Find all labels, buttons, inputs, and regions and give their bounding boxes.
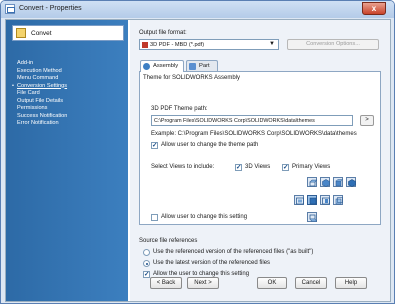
- browse-button[interactable]: >: [360, 115, 374, 126]
- view-top-icon[interactable]: [307, 177, 317, 187]
- theme-path-label: 3D PDF Theme path:: [151, 106, 208, 112]
- nav-item-error-notification[interactable]: Error Notification: [12, 120, 67, 128]
- allow-change-theme-label: Allow user to change the theme path: [161, 142, 259, 148]
- view-trimetric-icon[interactable]: [346, 177, 356, 187]
- 3d-views-checkbox[interactable]: [235, 163, 242, 171]
- left-panel-header: Convet: [12, 25, 124, 41]
- view-bottom-icon[interactable]: [307, 212, 317, 222]
- nav-item-permissions[interactable]: Permissions: [12, 105, 67, 113]
- task-icon: [16, 28, 26, 38]
- primary-views-checkbox[interactable]: [282, 163, 289, 171]
- part-icon: [189, 63, 196, 70]
- view-dimetric-icon[interactable]: [333, 177, 343, 187]
- nav-item-add-in[interactable]: Add-in: [12, 60, 67, 68]
- nav-item-success-notification[interactable]: Success Notification: [12, 113, 67, 121]
- allow-change-theme-checkbox[interactable]: [151, 141, 158, 149]
- nav-item-output-file-details[interactable]: Output File Details: [12, 98, 67, 106]
- view-right-icon[interactable]: [320, 195, 330, 205]
- as-built-radio[interactable]: [143, 249, 150, 256]
- source-refs-title: Source file references: [139, 238, 198, 244]
- left-panel: Convet Add-in Execution Method Menu Comm…: [6, 20, 128, 301]
- view-front-icon[interactable]: [307, 195, 317, 205]
- output-format-label: Output file format:: [139, 30, 187, 36]
- allow-change-views-label: Allow user to change this setting: [161, 214, 248, 220]
- task-name: Convet: [31, 30, 52, 37]
- primary-views-label: Primary Views: [292, 164, 331, 170]
- output-format-value: 3D PDF - MBD (*.pdf): [150, 42, 205, 48]
- nav-item-execution-method[interactable]: Execution Method: [12, 68, 67, 76]
- pdf-icon: [142, 42, 148, 48]
- assembly-icon: [143, 63, 150, 70]
- back-button[interactable]: < Back: [150, 277, 182, 289]
- dialog-body: Convet Add-in Execution Method Menu Comm…: [5, 19, 391, 302]
- theme-path-input[interactable]: C:\Program Files\SOLIDWORKS Corp\SOLIDWO…: [151, 115, 353, 126]
- theme-path-example: Example: C:\Program Files\SOLIDWORKS Cor…: [151, 131, 357, 137]
- allow-change-refs-checkbox[interactable]: [143, 270, 150, 278]
- latest-version-label: Use the latest version of the referenced…: [153, 260, 271, 266]
- cancel-button[interactable]: Cancel: [295, 277, 327, 289]
- nav-item-menu-command[interactable]: Menu Command: [12, 75, 67, 83]
- ok-button[interactable]: OK: [257, 277, 287, 289]
- assembly-tab-panel: [139, 71, 381, 225]
- latest-version-radio[interactable]: [143, 260, 150, 267]
- app-icon: [5, 4, 15, 14]
- tab-assembly[interactable]: Assembly: [140, 60, 184, 72]
- close-button[interactable]: x: [362, 2, 386, 15]
- view-back-icon[interactable]: [333, 195, 343, 205]
- window-title: Convert - Properties: [19, 5, 82, 12]
- nav-item-file-card[interactable]: File Card: [12, 90, 67, 98]
- help-button[interactable]: Help: [335, 277, 367, 289]
- next-button[interactable]: Next >: [187, 277, 219, 289]
- conversion-options-button[interactable]: Conversion Options...: [287, 39, 379, 50]
- allow-change-views-checkbox[interactable]: [151, 214, 158, 221]
- settings-nav: Add-in Execution Method Menu Command Con…: [12, 60, 67, 128]
- properties-window: Convert - Properties x Convet Add-in Exe…: [0, 0, 395, 304]
- tab-assembly-label: Assembly: [153, 63, 179, 69]
- select-views-label: Select Views to include:: [151, 164, 215, 170]
- output-format-select[interactable]: 3D PDF - MBD (*.pdf) ▼: [139, 39, 279, 50]
- 3d-views-label: 3D Views: [245, 164, 271, 170]
- view-isometric-icon[interactable]: [320, 177, 330, 187]
- settings-panel: Output file format: 3D PDF - MBD (*.pdf)…: [130, 20, 390, 301]
- tab-part-label: Part: [199, 63, 210, 69]
- tab-part[interactable]: Part: [186, 60, 218, 71]
- as-built-label: Use the referenced version of the refere…: [153, 249, 314, 255]
- chevron-down-icon: ▼: [269, 41, 275, 47]
- view-left-icon[interactable]: [294, 195, 304, 205]
- title-bar: Convert - Properties x: [1, 1, 394, 18]
- theme-group-title: Theme for SOLIDWORKS Assembly: [143, 75, 241, 81]
- nav-item-conversion-settings[interactable]: Conversion Settings: [12, 83, 67, 91]
